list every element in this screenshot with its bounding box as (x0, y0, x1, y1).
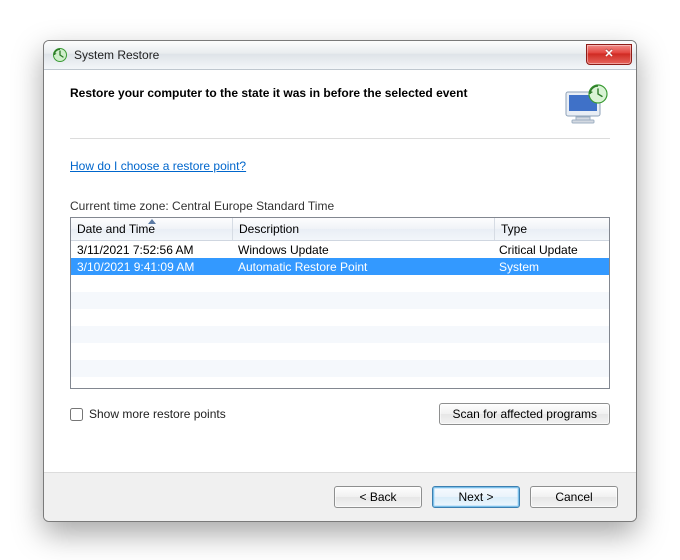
system-restore-icon (52, 47, 68, 63)
table-row[interactable]: 3/11/2021 7:52:56 AMWindows UpdateCritic… (71, 241, 609, 258)
table-row-empty (71, 309, 609, 326)
table-body[interactable]: 3/11/2021 7:52:56 AMWindows UpdateCritic… (71, 241, 609, 388)
table-header: Date and Time Description Type (71, 218, 609, 241)
time-zone-label: Current time zone: Central Europe Standa… (70, 199, 610, 213)
cell-type: Critical Update (493, 243, 609, 257)
restore-monitor-icon (562, 84, 610, 126)
sort-ascending-icon (148, 219, 156, 224)
table-row-empty (71, 292, 609, 309)
cell-description: Windows Update (232, 243, 493, 257)
page-heading: Restore your computer to the state it wa… (70, 86, 562, 100)
show-more-label: Show more restore points (89, 407, 226, 421)
restore-points-table: Date and Time Description Type 3/11/2021… (70, 217, 610, 389)
title-bar: System Restore ✕ (44, 41, 636, 70)
table-row-empty (71, 360, 609, 377)
table-row[interactable]: 3/10/2021 9:41:09 AMAutomatic Restore Po… (71, 258, 609, 275)
close-icon: ✕ (604, 49, 613, 60)
table-row-empty (71, 377, 609, 388)
help-link[interactable]: How do I choose a restore point? (70, 159, 246, 173)
help-link-row: How do I choose a restore point? (70, 159, 610, 173)
cancel-button[interactable]: Cancel (530, 486, 618, 508)
column-label: Date and Time (77, 222, 155, 236)
cell-description: Automatic Restore Point (232, 260, 493, 274)
window-title: System Restore (74, 48, 159, 62)
column-header-date-time[interactable]: Date and Time (71, 218, 233, 240)
column-header-description[interactable]: Description (233, 218, 495, 240)
scan-affected-button[interactable]: Scan for affected programs (439, 403, 610, 425)
column-label: Type (501, 222, 527, 236)
cell-date-time: 3/11/2021 7:52:56 AM (71, 243, 232, 257)
table-row-empty (71, 275, 609, 292)
system-restore-window: System Restore ✕ Restore your computer t… (43, 40, 637, 522)
next-button[interactable]: Next > (432, 486, 520, 508)
table-row-empty (71, 326, 609, 343)
close-button[interactable]: ✕ (586, 44, 632, 65)
table-row-empty (71, 343, 609, 360)
back-button[interactable]: < Back (334, 486, 422, 508)
dialog-header: Restore your computer to the state it wa… (70, 70, 610, 139)
cell-date-time: 3/10/2021 9:41:09 AM (71, 260, 232, 274)
show-more-checkbox-input[interactable] (70, 408, 83, 421)
dialog-footer: < Back Next > Cancel (44, 472, 636, 521)
column-label: Description (239, 222, 299, 236)
show-more-checkbox[interactable]: Show more restore points (70, 407, 226, 421)
cell-type: System (493, 260, 609, 274)
dialog-body: Restore your computer to the state it wa… (44, 70, 636, 472)
below-grid-row: Show more restore points Scan for affect… (70, 403, 610, 425)
column-header-type[interactable]: Type (495, 218, 609, 240)
